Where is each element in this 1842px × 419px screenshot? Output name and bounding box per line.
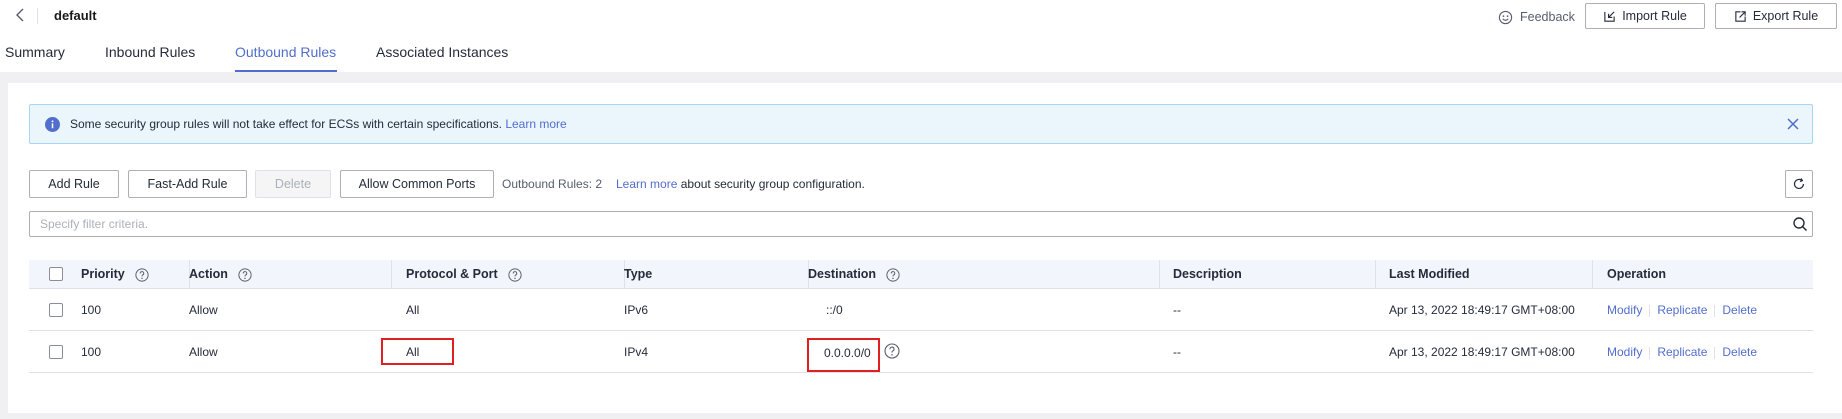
learn-more-link[interactable]: Learn more xyxy=(616,177,677,191)
cell-destination: ::/0 xyxy=(826,303,843,317)
replicate-link[interactable]: Replicate xyxy=(1657,303,1707,317)
search-input[interactable] xyxy=(40,215,1770,233)
column-type: Type xyxy=(624,267,653,281)
column-action: Action xyxy=(189,267,252,282)
close-icon[interactable] xyxy=(1786,117,1800,131)
chevron-left-icon xyxy=(16,8,24,22)
back-button[interactable] xyxy=(14,7,28,23)
rule-count: Outbound Rules: 2 xyxy=(502,177,603,191)
column-divider xyxy=(1592,260,1593,289)
cell-type: IPv4 xyxy=(624,345,649,359)
page-title: default xyxy=(54,8,97,23)
refresh-icon xyxy=(1793,178,1805,190)
info-icon xyxy=(45,117,60,132)
op-divider xyxy=(1649,346,1651,359)
table-row: 100 Allow All IPv4 0.0.0.0/0 -- Apr 13, … xyxy=(29,331,1813,373)
smiley-icon xyxy=(1498,10,1513,24)
select-all-checkbox[interactable] xyxy=(49,267,63,281)
op-divider xyxy=(1714,346,1716,359)
table-row: 100 Allow All IPv6 ::/0 -- Apr 13, 2022 … xyxy=(29,289,1813,331)
tab-outbound-rules[interactable]: Outbound Rules xyxy=(235,44,336,60)
delete-link[interactable]: Delete xyxy=(1722,303,1757,317)
cell-last-modified: Apr 13, 2022 18:49:17 GMT+08:00 xyxy=(1389,345,1575,359)
cell-description: -- xyxy=(1173,303,1181,317)
search-icon[interactable] xyxy=(1792,216,1808,232)
alert-message: Some security group rules will not take … xyxy=(70,117,567,131)
column-description: Description xyxy=(1173,267,1242,281)
learn-more-text: Learn more about security group configur… xyxy=(616,177,865,191)
row-checkbox[interactable] xyxy=(49,303,63,317)
alert-text: Some security group rules will not take … xyxy=(70,117,502,131)
column-action-label: Action xyxy=(189,267,228,281)
column-protocol-port-label: Protocol & Port xyxy=(406,267,498,281)
page-header: default Feedback Import Rule Export Rule xyxy=(0,0,1842,32)
import-rule-label: Import Rule xyxy=(1622,9,1687,23)
import-icon xyxy=(1604,10,1615,22)
column-operation: Operation xyxy=(1607,267,1667,281)
highlight-box-destination xyxy=(807,338,880,372)
cell-priority: 100 xyxy=(81,345,102,359)
alert-learn-more-link[interactable]: Learn more xyxy=(505,117,566,131)
column-destination: Destination xyxy=(808,267,900,282)
cell-type: IPv6 xyxy=(624,303,649,317)
delete-link[interactable]: Delete xyxy=(1722,345,1757,359)
cell-description: -- xyxy=(1173,345,1181,359)
export-icon xyxy=(1735,10,1746,22)
add-rule-button[interactable]: Add Rule xyxy=(29,170,119,198)
export-rule-button[interactable]: Export Rule xyxy=(1715,3,1837,29)
question-circle-icon[interactable] xyxy=(135,268,149,282)
column-last-modified: Last Modified xyxy=(1389,267,1470,281)
allow-common-ports-button[interactable]: Allow Common Ports xyxy=(340,170,494,198)
export-rule-label: Export Rule xyxy=(1752,9,1819,23)
tab-bar: Summary Inbound Rules Outbound Rules Ass… xyxy=(0,32,1842,72)
tab-inbound-rules[interactable]: Inbound Rules xyxy=(105,44,195,60)
column-priority-label: Priority xyxy=(81,267,125,281)
filter-search-box xyxy=(29,211,1813,237)
op-divider xyxy=(1649,304,1651,317)
refresh-button[interactable] xyxy=(1785,170,1813,198)
cell-action: Allow xyxy=(189,303,218,317)
tab-associated-instances[interactable]: Associated Instances xyxy=(376,44,508,60)
modify-link[interactable]: Modify xyxy=(1607,303,1642,317)
row-checkbox[interactable] xyxy=(49,345,63,359)
modify-link[interactable]: Modify xyxy=(1607,345,1642,359)
column-divider xyxy=(1375,260,1376,289)
row-operations: Modify Replicate Delete xyxy=(1607,303,1757,317)
question-circle-icon[interactable] xyxy=(238,268,252,282)
header-divider xyxy=(37,8,38,24)
question-circle-icon[interactable] xyxy=(884,343,900,359)
fast-add-rule-button[interactable]: Fast-Add Rule xyxy=(128,170,247,198)
replicate-link[interactable]: Replicate xyxy=(1657,345,1707,359)
column-priority: Priority xyxy=(81,267,149,282)
learn-more-suffix: about security group configuration. xyxy=(680,177,865,191)
feedback-link[interactable]: Feedback xyxy=(1498,8,1575,26)
highlight-box-protocol xyxy=(381,338,454,365)
feedback-label: Feedback xyxy=(1520,10,1575,24)
cell-action: Allow xyxy=(189,345,218,359)
info-alert: Some security group rules will not take … xyxy=(29,104,1813,144)
tab-summary[interactable]: Summary xyxy=(5,44,65,60)
cell-protocol-port: All xyxy=(406,303,420,317)
delete-button[interactable]: Delete xyxy=(255,170,331,198)
op-divider xyxy=(1714,304,1716,317)
column-destination-label: Destination xyxy=(808,267,877,281)
question-circle-icon[interactable] xyxy=(886,268,900,282)
row-operations: Modify Replicate Delete xyxy=(1607,345,1757,359)
cell-priority: 100 xyxy=(81,303,102,317)
table-header: Priority Action Protocol & Port Type Des… xyxy=(29,260,1813,289)
cell-last-modified: Apr 13, 2022 18:49:17 GMT+08:00 xyxy=(1389,303,1575,317)
column-protocol-port: Protocol & Port xyxy=(406,267,522,282)
column-divider xyxy=(1159,260,1160,289)
question-circle-icon[interactable] xyxy=(508,268,522,282)
column-divider xyxy=(391,260,392,289)
import-rule-button[interactable]: Import Rule xyxy=(1585,3,1705,29)
